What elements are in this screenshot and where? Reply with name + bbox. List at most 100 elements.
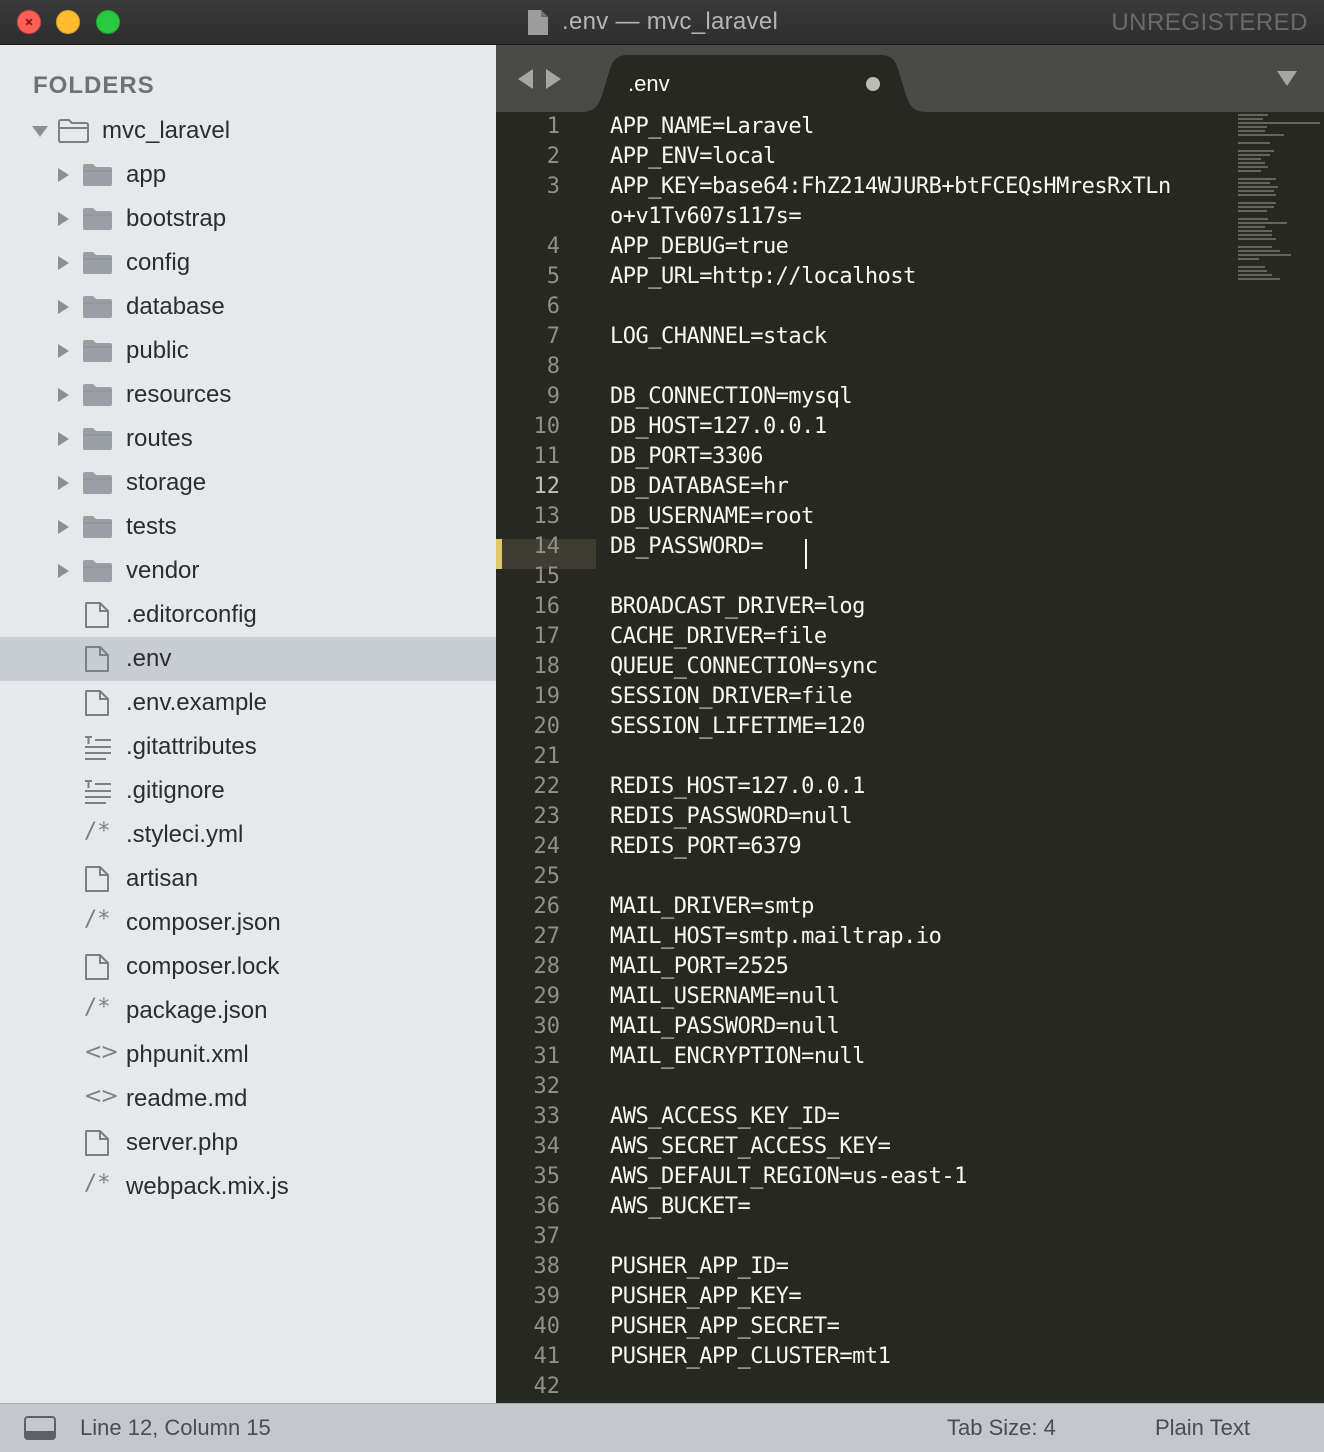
code-line[interactable]: 12 DB_DATABASE=hr: [496, 472, 1236, 502]
code-line[interactable]: 29 MAIL_USERNAME=null: [496, 982, 1236, 1012]
code-line[interactable]: 14 DB_PASSWORD=: [496, 532, 1236, 562]
line-number: 41: [533, 1344, 561, 1369]
tab-size-selector[interactable]: Tab Size: 4: [947, 1415, 1056, 1441]
code-line[interactable]: 27 MAIL_HOST=smtp.mailtrap.io: [496, 922, 1236, 952]
tree-file-row[interactable]: server.php: [0, 1121, 496, 1165]
tree-file-label: .gitattributes: [126, 733, 257, 760]
tree-folder-row[interactable]: storage: [0, 461, 496, 505]
tree-folder-row[interactable]: bootstrap: [0, 197, 496, 241]
tree-file-row[interactable]: .editorconfig: [0, 593, 496, 637]
zoom-window-button[interactable]: [96, 10, 120, 34]
disclosure-down-icon[interactable]: [32, 126, 48, 137]
tree-file-row[interactable]: .gitignore: [0, 769, 496, 813]
code-line[interactable]: 3 APP_KEY=base64:FhZ214WJURB+btFCEQsHMres…: [496, 172, 1236, 232]
tree-file-row[interactable]: composer.lock: [0, 945, 496, 989]
tab-nav-left-icon[interactable]: [518, 69, 533, 89]
code-line[interactable]: 34 AWS_SECRET_ACCESS_KEY=: [496, 1132, 1236, 1162]
code-line[interactable]: 7 LOG_CHANNEL=stack: [496, 322, 1236, 352]
tree-root-folder[interactable]: mvc_laravel: [0, 109, 496, 153]
disclosure-right-icon[interactable]: [58, 388, 69, 402]
tree-file-row[interactable]: /* package.json: [0, 989, 496, 1033]
code-line[interactable]: 9 DB_CONNECTION=mysql: [496, 382, 1236, 412]
code-line[interactable]: 4 APP_DEBUG=true: [496, 232, 1236, 262]
code-line[interactable]: 42: [496, 1372, 1236, 1402]
code-line[interactable]: 13 DB_USERNAME=root: [496, 502, 1236, 532]
code-line[interactable]: 22 REDIS_HOST=127.0.0.1: [496, 772, 1236, 802]
tree-file-row[interactable]: <> readme.md: [0, 1077, 496, 1121]
code-line[interactable]: 15: [496, 562, 1236, 592]
tree-folder-row[interactable]: app: [0, 153, 496, 197]
code-line[interactable]: 33 AWS_ACCESS_KEY_ID=: [496, 1102, 1236, 1132]
code-line[interactable]: 2 APP_ENV=local: [496, 142, 1236, 172]
close-window-button[interactable]: [17, 10, 41, 34]
code-line[interactable]: 37: [496, 1222, 1236, 1252]
tree-file-row[interactable]: /* .styleci.yml: [0, 813, 496, 857]
tab-dropdown-icon[interactable]: [1277, 71, 1297, 86]
file-icon: [85, 690, 109, 716]
disclosure-right-icon[interactable]: [58, 564, 69, 578]
line-number: 19: [533, 684, 561, 709]
tree-file-row[interactable]: <> phpunit.xml: [0, 1033, 496, 1077]
tree-folder-row[interactable]: routes: [0, 417, 496, 461]
code-view[interactable]: 1 APP_NAME=Laravel 2 APP_ENV=local 3 APP_KEY=…: [496, 112, 1324, 1403]
tree-file-row[interactable]: /* composer.json: [0, 901, 496, 945]
code-line[interactable]: 24 REDIS_PORT=6379: [496, 832, 1236, 862]
code-line[interactable]: 10 DB_HOST=127.0.0.1: [496, 412, 1236, 442]
disclosure-right-icon[interactable]: [58, 432, 69, 446]
disclosure-right-icon[interactable]: [58, 344, 69, 358]
tree-file-row[interactable]: artisan: [0, 857, 496, 901]
minimize-window-button[interactable]: [56, 10, 80, 34]
code-line[interactable]: 39 PUSHER_APP_KEY=: [496, 1282, 1236, 1312]
code-line[interactable]: 30 MAIL_PASSWORD=null: [496, 1012, 1236, 1042]
tree-folder-row[interactable]: tests: [0, 505, 496, 549]
line-number: 18: [533, 654, 561, 679]
disclosure-right-icon[interactable]: [58, 476, 69, 490]
tree-file-row[interactable]: /* webpack.mix.js: [0, 1165, 496, 1209]
tree-file-row[interactable]: .gitattributes: [0, 725, 496, 769]
code-line[interactable]: 1 APP_NAME=Laravel: [496, 112, 1236, 142]
disclosure-right-icon[interactable]: [58, 300, 69, 314]
tab-nav-right-icon[interactable]: [546, 69, 561, 89]
code-line[interactable]: 35 AWS_DEFAULT_REGION=us-east-1: [496, 1162, 1236, 1192]
tree-folder-row[interactable]: resources: [0, 373, 496, 417]
code-line[interactable]: 20 SESSION_LIFETIME=120: [496, 712, 1236, 742]
disclosure-right-icon[interactable]: [58, 256, 69, 270]
code-line[interactable]: 40 PUSHER_APP_SECRET=: [496, 1312, 1236, 1342]
code-line[interactable]: 18 QUEUE_CONNECTION=sync: [496, 652, 1236, 682]
code-line[interactable]: 8: [496, 352, 1236, 382]
code-line[interactable]: 17 CACHE_DRIVER=file: [496, 622, 1236, 652]
disclosure-right-icon[interactable]: [58, 520, 69, 534]
tree-folder-row[interactable]: config: [0, 241, 496, 285]
tree-file-row[interactable]: .env: [0, 637, 496, 681]
minimap[interactable]: [1236, 112, 1324, 302]
code-line[interactable]: 21: [496, 742, 1236, 772]
code-line[interactable]: 19 SESSION_DRIVER=file: [496, 682, 1236, 712]
code-line[interactable]: 5 APP_URL=http://localhost: [496, 262, 1236, 292]
code-line[interactable]: 41 PUSHER_APP_CLUSTER=mt1: [496, 1342, 1236, 1372]
code-line[interactable]: 31 MAIL_ENCRYPTION=null: [496, 1042, 1236, 1072]
code-line[interactable]: 28 MAIL_PORT=2525: [496, 952, 1236, 982]
tree-folder-row[interactable]: vendor: [0, 549, 496, 593]
code-line[interactable]: 38 PUSHER_APP_ID=: [496, 1252, 1236, 1282]
code-line[interactable]: 11 DB_PORT=3306: [496, 442, 1236, 472]
code-line[interactable]: 16 BROADCAST_DRIVER=log: [496, 592, 1236, 622]
disclosure-right-icon[interactable]: [58, 168, 69, 182]
tree-file-row[interactable]: .env.example: [0, 681, 496, 725]
panel-toggle-icon[interactable]: [24, 1416, 56, 1440]
tree-folder-row[interactable]: public: [0, 329, 496, 373]
tree-file-label: composer.lock: [126, 953, 280, 980]
minimap-line: [1238, 122, 1320, 124]
unsaved-dot-icon[interactable]: [866, 77, 880, 91]
code-line[interactable]: 25: [496, 862, 1236, 892]
code-line[interactable]: 23 REDIS_PASSWORD=null: [496, 802, 1236, 832]
syntax-selector[interactable]: Plain Text: [1155, 1415, 1250, 1441]
code-line[interactable]: 32: [496, 1072, 1236, 1102]
tree-folder-row[interactable]: database: [0, 285, 496, 329]
disclosure-right-icon[interactable]: [58, 212, 69, 226]
code-line[interactable]: 6: [496, 292, 1236, 322]
code-line[interactable]: 26 MAIL_DRIVER=smtp: [496, 892, 1236, 922]
code-line[interactable]: 36 AWS_BUCKET=: [496, 1192, 1236, 1222]
minimap-line: [1238, 202, 1276, 204]
line-number: 17: [533, 624, 561, 649]
line-number: 1: [546, 114, 560, 139]
